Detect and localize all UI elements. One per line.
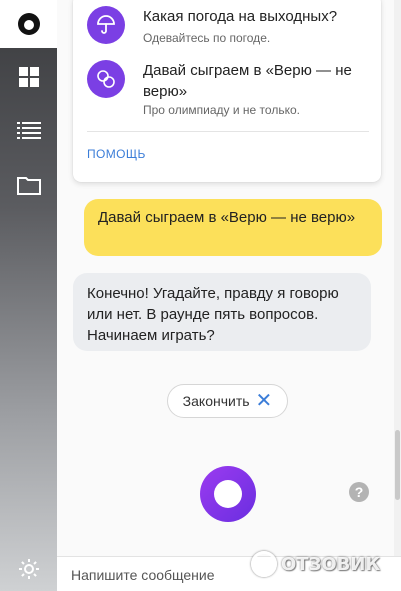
chat-area: Какая погода на выходных? Одевайтесь по … bbox=[57, 0, 401, 591]
scrollbar-thumb[interactable] bbox=[395, 430, 400, 500]
close-icon: ✕ bbox=[255, 390, 273, 412]
grid-icon[interactable] bbox=[0, 57, 57, 97]
help-link[interactable]: ПОМОЩЬ bbox=[87, 147, 146, 161]
sidebar-logo[interactable] bbox=[0, 0, 57, 48]
scrollbar[interactable] bbox=[394, 0, 401, 560]
sidebar bbox=[0, 0, 57, 591]
medals-icon bbox=[87, 60, 125, 98]
bot-message-bubble: Конечно! Угадайте, правду я говорю или н… bbox=[73, 273, 371, 351]
suggestion-weather[interactable]: Какая погода на выходных? Одевайтесь по … bbox=[87, 6, 377, 48]
suggestion-game[interactable]: Давай сыграем в «Верю — не верю» Про оли… bbox=[87, 60, 377, 120]
gear-icon[interactable] bbox=[0, 549, 57, 589]
suggestion-subtitle: Про олимпиаду и не только. bbox=[143, 103, 300, 117]
list-icon[interactable] bbox=[0, 110, 57, 150]
card-divider bbox=[87, 131, 369, 132]
suggestion-title: Давай сыграем в «Верю — не верю» bbox=[143, 62, 352, 100]
finish-label: Закончить bbox=[182, 393, 250, 409]
suggestion-title: Какая погода на выходных? bbox=[143, 8, 338, 25]
watermark-text: ОТЗОВИК bbox=[281, 553, 381, 575]
user-message-bubble: Давай сыграем в «Верю — не верю» bbox=[84, 199, 382, 256]
watermark: ОТЗОВИК bbox=[251, 548, 380, 580]
alice-ring-icon bbox=[214, 480, 242, 508]
watermark-logo-icon bbox=[251, 551, 277, 577]
question-icon[interactable]: ? bbox=[349, 482, 369, 502]
message-input[interactable] bbox=[69, 563, 253, 587]
suggestion-subtitle: Одевайтесь по погоде. bbox=[143, 31, 271, 45]
finish-game-button[interactable]: Закончить ✕ bbox=[167, 384, 288, 418]
umbrella-icon bbox=[87, 6, 125, 44]
voice-input-button[interactable] bbox=[200, 466, 256, 522]
folder-icon[interactable] bbox=[0, 165, 57, 205]
alice-logo-icon[interactable] bbox=[17, 13, 40, 35]
suggestions-card: Какая погода на выходных? Одевайтесь по … bbox=[73, 0, 381, 182]
